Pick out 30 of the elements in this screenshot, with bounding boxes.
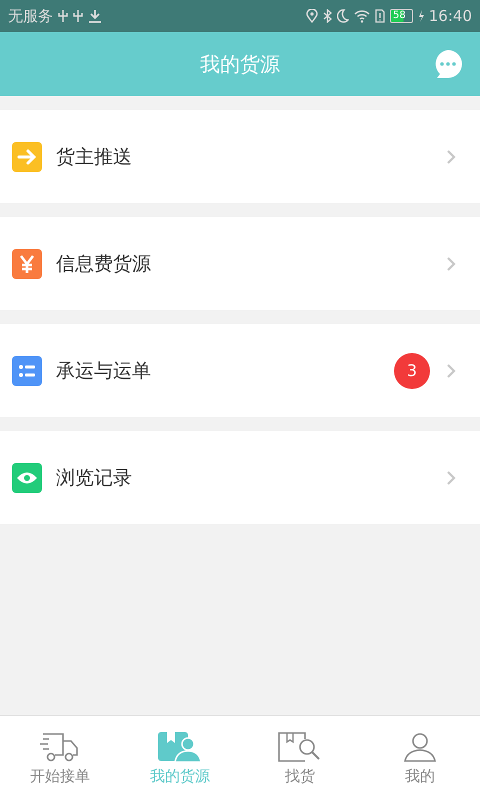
chevron-icon — [446, 362, 456, 378]
location-icon — [306, 9, 318, 23]
box-person-icon — [157, 730, 203, 762]
carrier-text: 无服务 — [8, 6, 53, 26]
charging-icon — [418, 9, 424, 23]
sim-icon — [375, 9, 386, 23]
menu-row[interactable]: 浏览记录 — [0, 431, 480, 524]
download-icon — [88, 9, 102, 23]
nav-tab[interactable]: 找货 — [240, 716, 360, 800]
usb-icon — [73, 9, 83, 23]
nav-tab[interactable]: 我的 — [360, 716, 480, 800]
nav-tab[interactable]: 开始接单 — [0, 716, 120, 800]
bluetooth-icon — [323, 9, 332, 23]
menu-row[interactable]: 货主推送 — [0, 110, 480, 203]
chevron-icon — [446, 256, 456, 272]
menu-row[interactable]: 信息费货源 — [0, 217, 480, 310]
menu-label: 浏览记录 — [56, 466, 133, 490]
menu-label: 承运与运单 — [56, 358, 152, 384]
menu-label: 信息费货源 — [56, 252, 152, 276]
battery-level: 58 — [390, 9, 413, 23]
menu-label: 货主推送 — [56, 144, 133, 170]
wifi-icon — [354, 9, 370, 23]
moon-icon — [337, 9, 350, 23]
chevron-icon — [446, 470, 456, 486]
clock-text: 16:40 — [428, 7, 472, 25]
chevron-icon — [446, 148, 456, 164]
usb-icon — [58, 9, 68, 23]
menu-row[interactable]: 承运与运单 3 — [0, 324, 480, 417]
count-badge: 3 — [394, 352, 430, 388]
page-title: 我的货源 — [200, 50, 280, 78]
